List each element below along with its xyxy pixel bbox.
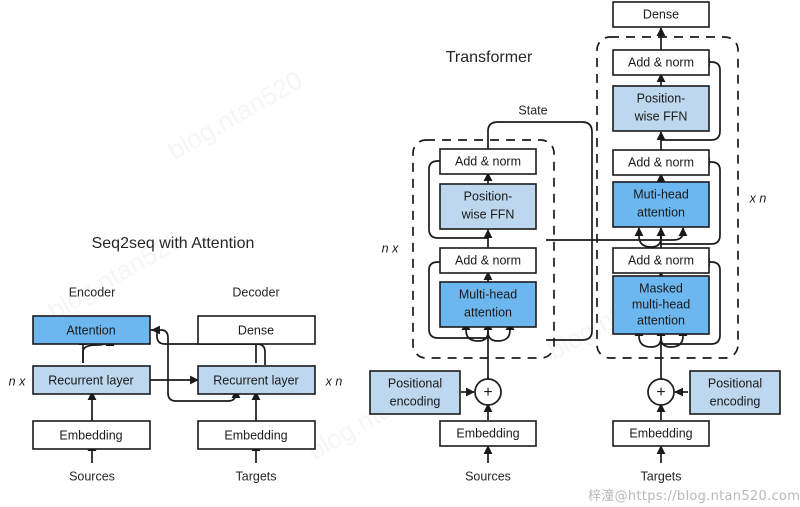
transformer-title: Transformer <box>446 49 533 66</box>
tdec-plus-icon: + <box>656 384 665 401</box>
seq2seq-dec-recurrent-label: Recurrent layer <box>213 373 298 387</box>
tdec-muti-head-attention-box: Muti-head attention <box>612 181 710 228</box>
seq2seq-targets-label: Targets <box>236 469 277 483</box>
tdec-dense-label: Dense <box>643 7 679 21</box>
tdec-posenc-label-line2: encoding <box>710 394 761 408</box>
seq2seq-sources-label: Sources <box>69 469 115 483</box>
conn-tdec-attn-input-right-from-state <box>546 227 688 241</box>
tdec-masked-attention-box: Masked multi-head attention <box>612 275 710 335</box>
transformer-state-label: State <box>518 103 547 117</box>
tdec-add-norm-top-label: Add & norm <box>628 55 694 69</box>
tdec-embedding-box: Embedding <box>612 420 710 447</box>
tdec-masked-label-line1: Masked <box>639 281 683 295</box>
tenc-add-norm-bottom-box: Add & norm <box>439 247 537 274</box>
seq2seq-enc-recurrent-label: Recurrent layer <box>48 373 133 387</box>
tdec-add-norm-bottom-label: Add & norm <box>628 253 694 267</box>
tdec-add-norm-top-box: Add & norm <box>612 49 710 76</box>
site-watermark: 梓潼@https://blog.ntan520.com <box>588 489 800 504</box>
architecture-diagram: Seq2seq with Attention Encoder Decoder A… <box>9 1 781 483</box>
tenc-embedding-label: Embedding <box>456 426 519 440</box>
tdec-add-norm-bottom-box: Add & norm <box>612 247 710 274</box>
tenc-ffn-box: Position- wise FFN <box>439 183 537 230</box>
tenc-sources-label: Sources <box>465 469 511 483</box>
tenc-attention-label-line1: Multi-head <box>459 287 517 301</box>
tenc-ffn-label-line2: wise FFN <box>461 207 515 221</box>
tenc-add-norm-top-box: Add & norm <box>439 148 537 175</box>
tdec-dense-box: Dense <box>612 1 710 28</box>
transformer-group: Transformer n x Add & norm Position- wis… <box>369 1 781 483</box>
seq2seq-attention-label: Attention <box>66 323 115 337</box>
seq2seq-decoder-embedding-box: Embedding <box>197 420 316 450</box>
seq2seq-encoder-recurrent-box: Recurrent layer <box>32 365 151 395</box>
tdec-embedding-label: Embedding <box>629 426 692 440</box>
tdec-add-norm-mid-box: Add & norm <box>612 149 710 176</box>
tdec-attention-label-line2: attention <box>637 205 685 219</box>
transformer-encoder: n x Add & norm Position- wise FFN Add & … <box>369 103 593 483</box>
tdec-masked-label-line3: attention <box>637 313 685 327</box>
seq2seq-decoder-recurrent-box: Recurrent layer <box>197 365 316 395</box>
tdec-ffn-label-line2: wise FFN <box>634 109 688 123</box>
transformer-encoder-reps: n x <box>382 241 399 255</box>
conn-tdec-attn-input-left <box>634 227 662 248</box>
seq2seq-decoder-dense-box: Dense <box>197 315 316 345</box>
tdec-posenc-label-line1: Positional <box>708 376 762 390</box>
seq2seq-title: Seq2seq with Attention <box>92 235 255 252</box>
tdec-ffn-box: Position- wise FFN <box>612 85 710 132</box>
tenc-add-norm-bottom-label: Add & norm <box>455 253 521 267</box>
seq2seq-encoder-attention-box: Attention <box>32 315 151 345</box>
seq2seq-enc-embedding-label: Embedding <box>59 428 122 442</box>
seq2seq-decoder-label: Decoder <box>232 285 279 299</box>
tdec-masked-label-line2: multi-head <box>632 297 690 311</box>
seq2seq-dec-embedding-label: Embedding <box>224 428 287 442</box>
seq2seq-dense-label: Dense <box>238 323 274 337</box>
tdec-positional-encoding-box: Positional encoding <box>689 370 781 415</box>
tenc-posenc-label-line1: Positional <box>388 376 442 390</box>
tdec-attention-label-line1: Muti-head <box>633 187 689 201</box>
tdec-add-norm-mid-label: Add & norm <box>628 155 694 169</box>
transformer-decoder-reps: x n <box>749 191 767 205</box>
tenc-posenc-label-line2: encoding <box>390 394 441 408</box>
seq2seq-right-reps: x n <box>325 374 343 388</box>
tenc-attention-label-line2: attention <box>464 305 512 319</box>
tenc-ffn-label-line1: Position- <box>464 189 513 203</box>
tenc-plus-node: + <box>474 378 502 406</box>
seq2seq-encoder-label: Encoder <box>69 285 116 299</box>
tenc-multihead-attention-box: Multi-head attention <box>439 281 537 328</box>
tenc-positional-encoding-box: Positional encoding <box>369 370 461 415</box>
tenc-embedding-box: Embedding <box>439 420 537 447</box>
tdec-plus-node: + <box>647 378 675 406</box>
tdec-ffn-label-line1: Position- <box>637 91 686 105</box>
tenc-plus-icon: + <box>483 384 492 401</box>
seq2seq-group: Seq2seq with Attention Encoder Decoder A… <box>9 235 343 483</box>
seq2seq-left-reps: n x <box>9 374 26 388</box>
diagram-page: blog.ntan520 blog.ntan520 blog.ntan520 b… <box>0 0 800 507</box>
seq2seq-encoder-embedding-box: Embedding <box>32 420 151 450</box>
transformer-decoder: x n Dense Add & norm Position- wise FFN … <box>546 1 781 483</box>
tdec-targets-label: Targets <box>641 469 682 483</box>
tenc-add-norm-top-label: Add & norm <box>455 154 521 168</box>
